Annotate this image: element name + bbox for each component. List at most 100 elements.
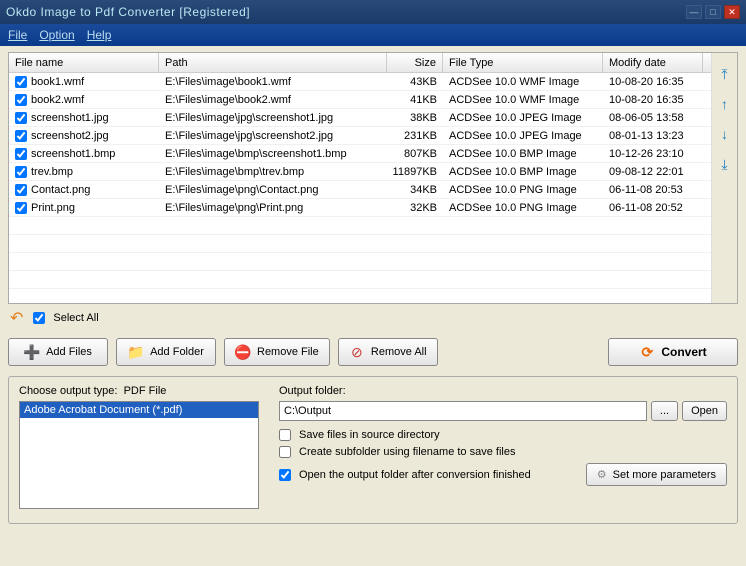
file-type: ACDSee 10.0 WMF Image xyxy=(443,94,603,106)
file-date: 06-11-08 20:52 xyxy=(603,202,703,214)
file-type: ACDSee 10.0 WMF Image xyxy=(443,76,603,88)
file-type: ACDSee 10.0 PNG Image xyxy=(443,184,603,196)
row-checkbox[interactable] xyxy=(15,166,27,178)
file-name: Print.png xyxy=(31,202,75,214)
select-all-checkbox[interactable] xyxy=(33,312,45,324)
row-checkbox[interactable] xyxy=(15,184,27,196)
create-subfolder-checkbox[interactable] xyxy=(279,446,291,458)
maximize-button[interactable]: □ xyxy=(705,5,721,19)
more-parameters-button[interactable]: ⚙ Set more parameters xyxy=(586,463,727,486)
file-path: E:\Files\image\bmp\trev.bmp xyxy=(159,166,387,178)
file-path: E:\Files\image\png\Contact.png xyxy=(159,184,387,196)
title-bar: Okdo Image to Pdf Converter [Registered]… xyxy=(0,0,746,24)
open-folder-button[interactable]: Open xyxy=(682,401,727,421)
row-checkbox[interactable] xyxy=(15,148,27,160)
file-path: E:\Files\image\jpg\screenshot1.jpg xyxy=(159,112,387,124)
row-checkbox[interactable] xyxy=(15,94,27,106)
table-row[interactable]: book1.wmfE:\Files\image\book1.wmf43KBACD… xyxy=(9,73,711,91)
table-row[interactable]: book2.wmf E:\Files\image\book2.wmf41KBACD… xyxy=(9,91,711,109)
file-type: ACDSee 10.0 BMP Image xyxy=(443,166,603,178)
close-button[interactable]: ✕ xyxy=(724,5,740,19)
folder-icon: 📁 xyxy=(128,344,144,360)
file-type: ACDSee 10.0 PNG Image xyxy=(443,202,603,214)
file-type: ACDSee 10.0 BMP Image xyxy=(443,148,603,160)
move-down-icon[interactable]: ↓ xyxy=(718,127,732,141)
file-date: 09-08-12 22:01 xyxy=(603,166,703,178)
file-date: 08-06-05 13:58 xyxy=(603,112,703,124)
gear-icon: ⚙ xyxy=(597,468,607,481)
file-size: 43KB xyxy=(387,76,443,88)
menu-bar: File Option Help xyxy=(0,24,746,46)
button-row: ➕ Add Files 📁 Add Folder ⛔ Remove File ⊘… xyxy=(8,332,738,372)
row-checkbox[interactable] xyxy=(15,76,27,88)
menu-option[interactable]: Option xyxy=(39,28,74,42)
file-date: 10-12-26 23:10 xyxy=(603,148,703,160)
file-size: 807KB xyxy=(387,148,443,160)
table-header: File name Path Size File Type Modify dat… xyxy=(9,53,711,73)
file-path: E:\Files\image\bmp\screenshot1.bmp xyxy=(159,148,387,160)
open-after-label: Open the output folder after conversion … xyxy=(299,469,531,481)
table-row[interactable]: Print.png E:\Files\image\png\Print.png32K… xyxy=(9,199,711,217)
remove-all-button[interactable]: ⊘ Remove All xyxy=(338,338,438,366)
column-path[interactable]: Path xyxy=(159,53,387,72)
output-panel: Choose output type: PDF File Adobe Acrob… xyxy=(8,376,738,524)
select-all-label: Select All xyxy=(53,312,98,324)
menu-file[interactable]: File xyxy=(8,28,27,42)
table-row xyxy=(9,271,711,289)
file-size: 41KB xyxy=(387,94,443,106)
file-size: 231KB xyxy=(387,130,443,142)
plus-icon: ➕ xyxy=(24,344,40,360)
table-row[interactable]: Contact.pngE:\Files\image\png\Contact.pn… xyxy=(9,181,711,199)
move-top-icon[interactable]: ⤒ xyxy=(718,67,732,81)
file-date: 10-08-20 16:35 xyxy=(603,94,703,106)
open-after-checkbox[interactable] xyxy=(279,469,291,481)
output-folder-input[interactable] xyxy=(279,401,647,421)
file-path: E:\Files\image\png\Print.png xyxy=(159,202,387,214)
table-row[interactable]: screenshot1.bmp E:\Files\image\bmp\screen… xyxy=(9,145,711,163)
table-row xyxy=(9,253,711,271)
output-type-label: Choose output type: PDF File xyxy=(19,385,259,397)
file-size: 11897KB xyxy=(387,166,443,178)
return-arrow-icon: ↶ xyxy=(10,308,23,328)
output-type-selected[interactable]: Adobe Acrobat Document (*.pdf) xyxy=(20,402,258,418)
row-checkbox[interactable] xyxy=(15,130,27,142)
window-controls: — □ ✕ xyxy=(686,5,740,19)
file-type: ACDSee 10.0 JPEG Image xyxy=(443,130,603,142)
add-files-button[interactable]: ➕ Add Files xyxy=(8,338,108,366)
file-table: File name Path Size File Type Modify dat… xyxy=(8,52,738,304)
minimize-button[interactable]: — xyxy=(686,5,702,19)
convert-button[interactable]: ⟳ Convert xyxy=(608,338,738,366)
output-type-list[interactable]: Adobe Acrobat Document (*.pdf) xyxy=(19,401,259,509)
row-checkbox[interactable] xyxy=(15,112,27,124)
file-name: screenshot1.bmp xyxy=(31,148,115,160)
column-size[interactable]: Size xyxy=(387,53,443,72)
row-checkbox[interactable] xyxy=(15,202,27,214)
move-bottom-icon[interactable]: ⤓ xyxy=(718,157,732,171)
browse-button[interactable]: ... xyxy=(651,401,678,421)
column-date[interactable]: Modify date xyxy=(603,53,703,72)
menu-help[interactable]: Help xyxy=(87,28,112,42)
file-path: E:\Files\image\book2.wmf xyxy=(159,94,387,106)
save-source-checkbox[interactable] xyxy=(279,429,291,441)
table-row[interactable]: trev.bmp E:\Files\image\bmp\trev.bmp11897… xyxy=(9,163,711,181)
file-name: book2.wmf xyxy=(31,94,84,106)
file-date: 08-01-13 13:23 xyxy=(603,130,703,142)
output-folder-label: Output folder: xyxy=(279,385,727,397)
table-row xyxy=(9,217,711,235)
file-date: 06-11-08 20:53 xyxy=(603,184,703,196)
table-row[interactable]: screenshot2.jpgE:\Files\image\jpg\screen… xyxy=(9,127,711,145)
column-type[interactable]: File Type xyxy=(443,53,603,72)
column-name[interactable]: File name xyxy=(9,53,159,72)
table-row[interactable]: screenshot1.jpgE:\Files\image\jpg\screen… xyxy=(9,109,711,127)
file-name: screenshot2.jpg xyxy=(31,130,109,142)
file-name: trev.bmp xyxy=(31,166,73,178)
save-source-label: Save files in source directory xyxy=(299,429,440,441)
remove-file-button[interactable]: ⛔ Remove File xyxy=(224,338,330,366)
table-row xyxy=(9,289,711,303)
file-path: E:\Files\image\book1.wmf xyxy=(159,76,387,88)
move-up-icon[interactable]: ↑ xyxy=(718,97,732,111)
add-folder-button[interactable]: 📁 Add Folder xyxy=(116,338,216,366)
convert-icon: ⟳ xyxy=(639,344,655,360)
file-type: ACDSee 10.0 JPEG Image xyxy=(443,112,603,124)
file-size: 32KB xyxy=(387,202,443,214)
